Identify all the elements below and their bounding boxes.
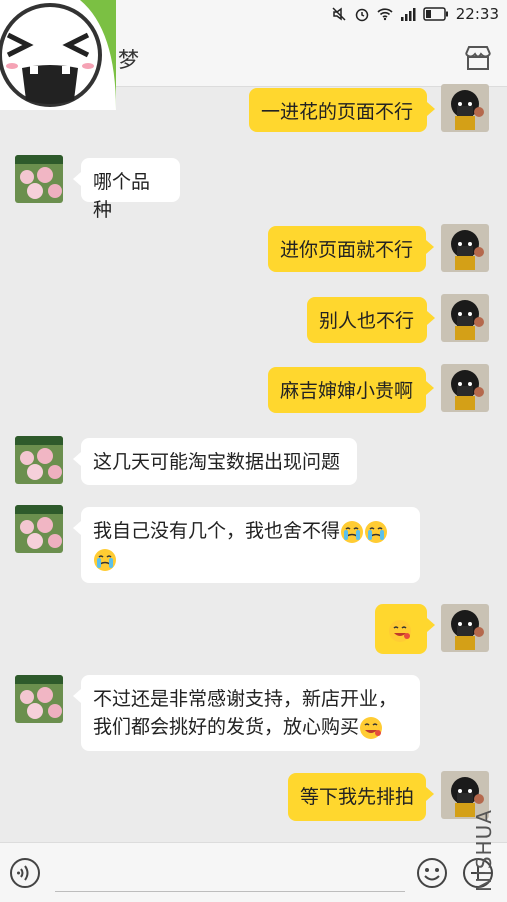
- message-text-line2: 我们都会挑好的发货，放心购买: [93, 716, 360, 738]
- message-input[interactable]: [55, 891, 405, 892]
- signal-icon: [400, 8, 416, 21]
- input-bar: [0, 842, 507, 902]
- my-avatar[interactable]: [441, 294, 489, 342]
- crying-emoji-icon: [341, 520, 364, 543]
- cartoon-sticker: [0, 0, 116, 110]
- message-text: 麻吉婶婶小贵啊: [280, 380, 414, 402]
- message-text: 我自己没有几个，我也舍不得: [93, 520, 341, 542]
- my-avatar[interactable]: [441, 364, 489, 412]
- their-message-bubble[interactable]: 我自己没有几个，我也舍不得: [73, 507, 420, 583]
- my-message-bubble[interactable]: 别人也不行: [307, 297, 435, 343]
- their-avatar[interactable]: [15, 155, 63, 203]
- status-time: 22:33: [455, 5, 499, 23]
- my-message-bubble[interactable]: 一进花的页面不行: [249, 88, 435, 132]
- battery-icon: [423, 7, 448, 21]
- message-text: 等下我先排拍: [300, 786, 415, 808]
- their-avatar[interactable]: [15, 675, 63, 723]
- their-avatar[interactable]: [15, 436, 63, 484]
- message-text-line1: 不过还是非常感谢支持，新店开业，: [93, 688, 398, 710]
- store-icon[interactable]: [463, 44, 493, 72]
- my-message-bubble[interactable]: [375, 604, 435, 654]
- smiling-emoji-icon: [360, 716, 383, 739]
- message-text: 哪个品种: [93, 171, 151, 221]
- voice-icon[interactable]: [9, 857, 41, 889]
- their-message-bubble[interactable]: 哪个品种: [73, 158, 180, 221]
- their-message-bubble[interactable]: 不过还是非常感谢支持，新店开业， 我们都会挑好的发货，放心购买: [73, 675, 420, 751]
- my-avatar[interactable]: [441, 84, 489, 132]
- message-text: 这几天可能淘宝数据出现问题: [93, 451, 341, 473]
- message-text: 别人也不行: [319, 310, 415, 332]
- smiling-emoji-icon: [389, 619, 411, 642]
- my-message-bubble[interactable]: 进你页面就不行: [268, 226, 434, 272]
- my-avatar[interactable]: [441, 604, 489, 652]
- alarm-icon: [355, 8, 369, 22]
- my-avatar[interactable]: [441, 224, 489, 272]
- chat-title: 梦: [118, 48, 139, 72]
- message-text: 一进花的页面不行: [261, 101, 414, 123]
- mute-icon: [332, 7, 346, 21]
- their-message-bubble[interactable]: 这几天可能淘宝数据出现问题: [73, 438, 357, 485]
- my-message-bubble[interactable]: 麻吉婶婶小贵啊: [268, 367, 434, 413]
- status-icons: 22:33: [331, 5, 499, 23]
- their-avatar[interactable]: [15, 505, 63, 553]
- my-message-bubble[interactable]: 等下我先排拍: [288, 773, 434, 821]
- watermark: NISHUA: [472, 809, 496, 892]
- message-text: 进你页面就不行: [280, 239, 414, 261]
- crying-emoji-icon: [365, 520, 388, 543]
- crying-emoji-icon: [94, 548, 116, 571]
- emoji-picker-icon[interactable]: [416, 857, 448, 889]
- wifi-icon: [377, 8, 393, 21]
